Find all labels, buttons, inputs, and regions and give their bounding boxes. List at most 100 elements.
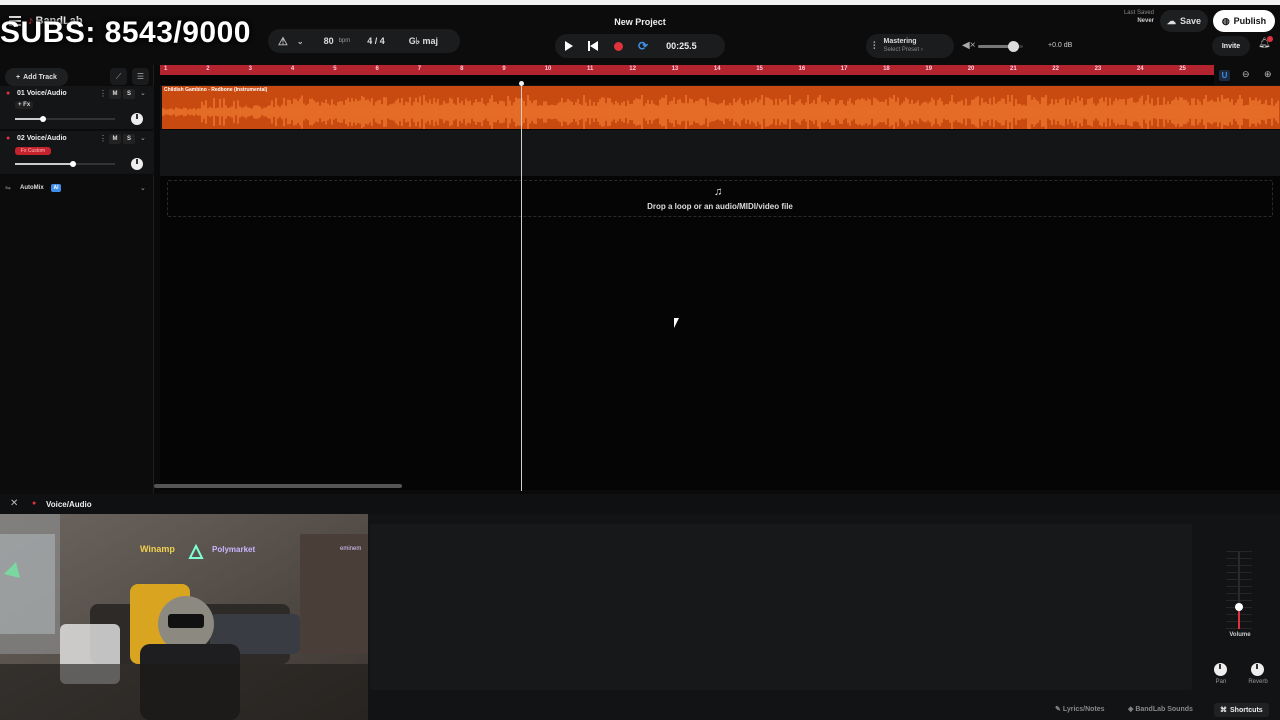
clip-title: Childish Gambino - Redbone (Instrumental… [164,87,268,93]
fx-button[interactable]: + Fx [15,101,34,109]
track-volume-slider[interactable] [15,161,115,167]
invite-button[interactable]: Invite [1212,36,1250,56]
lyrics-notes-button[interactable]: ✎ Lyrics/Notes [1055,705,1105,713]
ruler-bar-number: 1 [164,66,168,72]
mouse-cursor [674,318,679,328]
more-options-icon[interactable]: ⋮ [99,89,107,98]
track-volume-slider[interactable] [15,116,115,122]
last-saved-info: Last Saved Never [1100,9,1154,25]
loop-icon[interactable]: ⟳ [638,39,648,53]
mastering-text: Mastering Select Preset › [884,38,923,54]
mastering-preset: Select Preset › [883,47,923,53]
ruler-bar-number: 18 [883,66,890,72]
ruler-bar-number: 14 [713,66,721,72]
master-volume-slider[interactable] [978,41,1023,52]
pan-label: Pan [1215,679,1227,685]
record-button[interactable] [614,41,623,51]
chevron-down-icon[interactable]: ⌄ [140,184,146,192]
daw-app: ♪ BandLab New Project ⚠ ⌄ 80 bpm 4 / 4 G♭… [0,0,1280,720]
more-options-icon[interactable]: ⋮ [99,134,107,143]
fx-custom-badge[interactable]: Fx Custom [15,147,51,155]
shortcuts-label: Shortcuts [1230,706,1263,714]
cloud-icon: ☁ [1166,15,1176,26]
volume-knob[interactable] [1008,41,1019,52]
volume-label: Volume [1229,632,1251,638]
track-name[interactable]: 01 Voice/Audio [17,90,67,97]
last-saved-value: Never [1137,18,1154,24]
webcam-scene: Winamp Polymarket eminem [0,514,368,720]
editor-title: Voice/Audio [46,500,92,509]
webcam-sign: Winamp [140,544,175,554]
notification-badge [1267,36,1273,42]
shortcuts-icon: ⌘ [1220,707,1227,714]
track-settings-icon[interactable]: ☰ [132,68,149,85]
solo-button[interactable]: S [123,134,135,144]
volume-fader-knob[interactable] [1235,603,1243,611]
track-header[interactable]: ● 02 Voice/Audio ⋮ M S ⌄ Fx Custom [0,131,154,175]
sounds-label: BandLab Sounds [1135,706,1193,713]
subs-overlay: SUBS: 8543/9000 [0,16,251,49]
ruler-bar-number: 2 [206,66,210,72]
playhead[interactable] [521,83,522,491]
editor-canvas[interactable] [370,524,1192,690]
zoom-in-icon[interactable]: ⊕ [1264,69,1272,80]
pan-knob[interactable] [131,158,143,170]
track-volume-knob[interactable] [40,116,46,122]
ruler-bar-number: 20 [967,66,975,72]
close-icon[interactable]: ✕ [10,498,18,509]
time-signature[interactable]: 4 / 4 [367,36,385,46]
track-lane[interactable] [160,130,1280,176]
speaker-mute-icon[interactable]: ◀× [962,40,976,51]
track-volume-knob[interactable] [70,161,76,167]
shortcuts-button[interactable]: ⌘ Shortcuts [1214,703,1269,717]
bpm-value[interactable]: 80 [324,36,334,46]
ruler-bar-number: 5 [333,66,337,72]
automix-icon: ⇋ [5,185,11,192]
automix-row[interactable]: ⇋ AutoMix AI ⌄ [0,181,154,197]
zoom-out-icon[interactable]: ⊖ [1242,69,1250,80]
play-button[interactable] [565,41,573,51]
snap-magnet-icon[interactable]: U [1219,70,1230,81]
pan-knob[interactable] [131,113,143,125]
ruler-bar-number: 17 [840,66,848,72]
chevron-down-icon[interactable]: ⌄ [297,37,304,46]
ruler-bar-number: 11 [587,66,594,72]
chevron-down-icon[interactable]: ⌄ [140,89,146,97]
chevron-down-icon[interactable]: ⌄ [140,134,146,142]
time-display: 00:25.5 [666,41,697,51]
timeline-ruler[interactable]: 1 2 3 4 5 6 7 8 9 10 11 12 13 14 15 16 17 18 19 20 21 22 23 24 2… [160,65,1214,75]
ruler-bar-number: 7 [417,66,422,72]
skip-back-button[interactable] [588,41,598,51]
bpm-unit: bpm [338,38,351,44]
track-name[interactable]: 02 Voice/Audio [17,135,67,142]
ruler-bar-number: 13 [671,66,679,72]
bandlab-sounds-button[interactable]: ◈ BandLab Sounds [1128,705,1193,713]
track-volume-fill [15,118,43,120]
save-button[interactable]: ☁ Save [1160,10,1208,32]
mastering-button[interactable]: ⫶ Mastering Select Preset › [866,34,954,58]
solo-button[interactable]: S [123,89,135,99]
wand-tool-icon[interactable]: ⟋ [110,68,127,85]
mic-icon: ● [6,90,11,97]
ruler-bar-number: 21 [1010,66,1017,72]
add-track-button[interactable]: + Add Track [5,68,68,86]
mastering-label: Mastering [883,38,917,45]
mute-button[interactable]: M [109,134,121,144]
ruler-bar-number: 10 [544,66,552,72]
pan-knob[interactable] [1214,663,1227,676]
track-header[interactable]: ● 01 Voice/Audio ⋮ M S ⌄ + Fx [0,86,154,130]
mic-icon: ● [32,500,37,507]
reverb-knob[interactable] [1251,663,1264,676]
add-track-label: Add Track [23,73,57,81]
volume-db-readout: +0.0 dB [1048,42,1073,49]
ruler-bar-number: 6 [375,66,379,72]
project-title[interactable]: New Project [560,17,720,27]
playhead-handle[interactable] [519,81,524,86]
mute-button[interactable]: M [109,89,121,99]
reverb-label: Reverb [1248,679,1268,685]
key-selector[interactable]: G♭ maj [409,36,438,47]
publish-button[interactable]: ◍ Publish [1213,10,1275,32]
horizontal-scrollbar[interactable] [154,484,402,488]
metronome-icon[interactable]: ⚠ [278,35,288,48]
audio-clip[interactable]: Childish Gambino - Redbone (Instrumental… [162,86,1280,129]
